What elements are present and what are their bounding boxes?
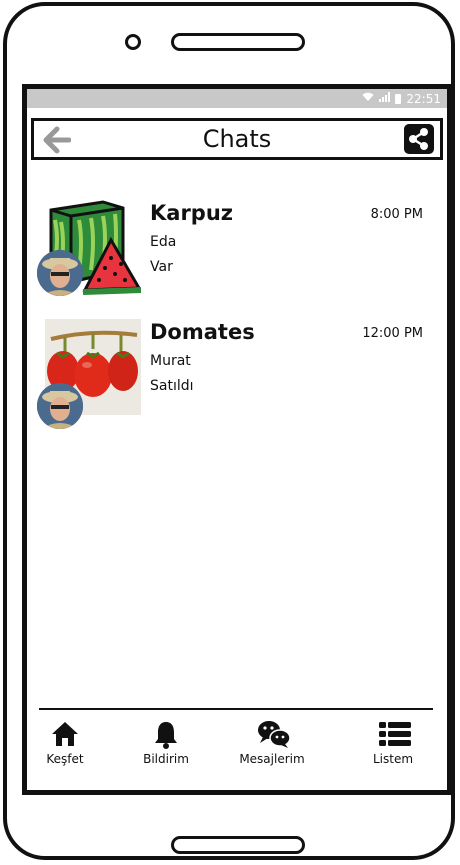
bell-icon bbox=[151, 719, 181, 749]
nav-label: Mesajlerim bbox=[239, 752, 305, 766]
avatar bbox=[37, 383, 83, 429]
battery-icon bbox=[395, 93, 402, 104]
app-header: Chats bbox=[31, 118, 443, 160]
wifi-icon bbox=[362, 92, 374, 105]
avatar bbox=[37, 250, 83, 296]
nav-label: Keşfet bbox=[46, 752, 84, 766]
bottom-nav: Keşfet Bildirim Mesajlerim Listem bbox=[27, 719, 447, 779]
chat-sender: Eda bbox=[150, 234, 177, 250]
chat-bubbles-icon bbox=[257, 719, 291, 749]
nav-divider bbox=[39, 708, 433, 710]
chat-time: 8:00 PM bbox=[370, 207, 423, 222]
nav-item-kesfet[interactable]: Keşfet bbox=[27, 719, 110, 766]
nav-label: Bildirim bbox=[143, 752, 189, 766]
front-camera bbox=[125, 34, 141, 50]
list-icon bbox=[378, 719, 411, 749]
home-button[interactable] bbox=[171, 836, 305, 854]
chat-last-message: Satıldı bbox=[150, 378, 194, 394]
nav-item-bildirim[interactable]: Bildirim bbox=[121, 719, 211, 766]
nav-item-listem[interactable]: Listem bbox=[348, 719, 438, 766]
earpiece-speaker bbox=[171, 33, 305, 51]
chat-item-karpuz[interactable]: Karpuz 8:00 PM Eda Var bbox=[37, 200, 435, 310]
chat-last-message: Var bbox=[150, 259, 173, 275]
share-icon[interactable] bbox=[404, 124, 434, 154]
home-icon bbox=[50, 719, 80, 749]
nav-label: Listem bbox=[372, 752, 414, 766]
chat-sender: Murat bbox=[150, 353, 191, 369]
chat-name: Karpuz bbox=[150, 201, 234, 225]
chat-time: 12:00 PM bbox=[362, 326, 423, 341]
status-time: 22:51 bbox=[406, 91, 441, 106]
app-screen: 22:51 Chats Karpuz 8:00 PM Eda Var Domat… bbox=[22, 84, 452, 795]
status-bar: 22:51 bbox=[27, 89, 447, 108]
chat-item-domates[interactable]: Domates 12:00 PM Murat Satıldı bbox=[37, 319, 435, 429]
phone-frame: 22:51 Chats Karpuz 8:00 PM Eda Var Domat… bbox=[3, 2, 455, 860]
chat-name: Domates bbox=[150, 320, 255, 344]
signal-icon bbox=[379, 92, 391, 105]
nav-item-mesajlerim[interactable]: Mesajlerim bbox=[227, 719, 317, 766]
page-title: Chats bbox=[202, 125, 272, 153]
